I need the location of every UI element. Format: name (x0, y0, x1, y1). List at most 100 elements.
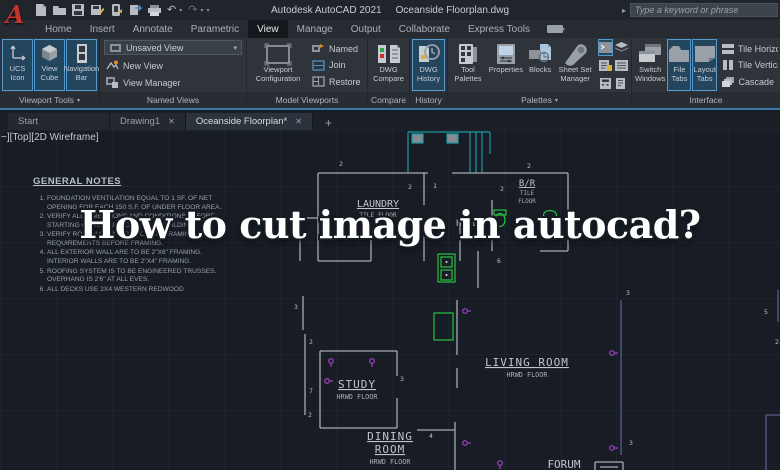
svg-text:2: 2 (308, 411, 312, 419)
tab-annotate[interactable]: Annotate (124, 20, 182, 38)
panel-label-interface[interactable]: Interface (632, 92, 780, 108)
redo-caret-icon[interactable]: ▾ (200, 7, 203, 14)
room-label-forum: FORUM (547, 458, 580, 470)
cascade-button[interactable]: Cascade (718, 74, 778, 89)
panel-label-palettes[interactable]: Palettes ▾ (448, 92, 631, 108)
ribbon-display-toggle-icon[interactable] (547, 25, 564, 33)
svg-text:HRWD FLOOR: HRWD FLOOR (507, 371, 549, 379)
qat-customize-icon[interactable]: ▾ (206, 7, 209, 14)
panel-label-history[interactable]: History (410, 92, 447, 108)
file-tab-drawing1[interactable]: Drawing1 ✕ (110, 113, 186, 130)
named-viewport-button[interactable]: Named (308, 41, 365, 56)
viewport-controls-label[interactable]: −][Top][2D Wireframe] (1, 132, 99, 143)
panel-label-model-viewports[interactable]: Model Viewports (247, 92, 367, 108)
view-dropdown[interactable]: Unsaved View ▾ (104, 40, 242, 55)
restore-viewport-icon (312, 76, 325, 88)
close-icon[interactable]: ✕ (168, 117, 175, 126)
count-palette-icon[interactable] (614, 57, 629, 74)
panel-label-compare[interactable]: Compare (368, 92, 409, 108)
tab-express-tools[interactable]: Express Tools (459, 20, 539, 38)
restore-viewport-button[interactable]: Restore (308, 74, 365, 89)
search-input[interactable] (630, 3, 778, 17)
viewport-configuration-button[interactable]: Viewport Configuration (249, 39, 307, 91)
fixture-dot (445, 274, 448, 276)
svg-text:HRWD FLOOR: HRWD FLOOR (337, 393, 379, 401)
dwg-compare-button[interactable]: DWG Compare (370, 39, 407, 91)
autocad-logo-icon[interactable]: A (2, 1, 28, 31)
sheet-set-manager-button[interactable]: Sheet Set Manager (555, 39, 595, 91)
chimney-structure (407, 131, 491, 173)
command-line-palette-icon[interactable] (598, 38, 613, 56)
tool-palettes-button[interactable]: Tool Palettes (450, 39, 486, 91)
panel-viewport-tools: UCS Icon View Cube Navigation Bar Viewpo… (0, 38, 100, 108)
overlay-title: How to cut image in autocad? (79, 202, 701, 247)
layout-tabs-button[interactable]: Layout Tabs (692, 39, 717, 91)
new-drawing-plus-icon[interactable]: + (325, 116, 332, 130)
file-tab-bar: Start Drawing1 ✕ Oceanside Floorplan* ✕ … (0, 112, 780, 130)
drawing-canvas[interactable]: 2 2 1 2 2 6 3 3 2 7 2 3 4 3 5 2 LAUNDRY … (0, 130, 780, 470)
undo-icon[interactable]: ↶ (167, 4, 176, 16)
panel-palettes: Tool Palettes Properties Blocks Sheet Se… (448, 38, 632, 108)
plot-icon[interactable] (148, 4, 161, 16)
tile-vertically-button[interactable]: Tile Vertically (718, 58, 778, 73)
panel-named-views: Unsaved View ▾ New View View Manager Nam… (100, 38, 247, 108)
properties-palette-button[interactable]: Properties (487, 39, 525, 91)
svg-text:2: 2 (309, 338, 313, 346)
tab-view[interactable]: View (248, 20, 288, 38)
tab-collaborate[interactable]: Collaborate (390, 20, 459, 38)
properties-icon (496, 42, 516, 66)
new-view-button[interactable]: New View (102, 58, 244, 73)
new-file-icon[interactable] (34, 4, 47, 16)
search-collapse-icon[interactable]: ▸ (622, 6, 626, 15)
tab-insert[interactable]: Insert (81, 20, 124, 38)
ucs-axes-icon (8, 43, 28, 63)
navigation-bar-button[interactable]: Navigation Bar (64, 39, 99, 91)
save-mobile-icon[interactable] (110, 4, 123, 16)
panel-label-named-views[interactable]: Named Views (100, 92, 246, 108)
file-tab-start[interactable]: Start (8, 113, 110, 130)
svg-text:TILE: TILE (520, 191, 534, 197)
view-manager-button[interactable]: View Manager (102, 75, 244, 90)
tile-horizontally-button[interactable]: Tile Horizontally (718, 41, 778, 56)
svg-text:HRWD FLOOR: HRWD FLOOR (370, 458, 412, 466)
svg-text:3: 3 (400, 375, 404, 383)
redo-icon[interactable]: ↷ (188, 4, 197, 16)
close-icon[interactable]: ✕ (295, 117, 302, 126)
layer-palette-icon[interactable] (614, 39, 629, 56)
quickcalc-palette-icon[interactable] (598, 75, 613, 92)
room-label-dining: DINING (367, 430, 413, 443)
markup-palette-icon[interactable] (598, 57, 613, 74)
switch-windows-button[interactable]: Switch Windows (634, 39, 666, 91)
panel-label-viewport-tools[interactable]: Viewport Tools ▾ (0, 92, 99, 108)
title-bar: A ↶ ▾ ↷ ▾ ▾ Autodesk AutoCAD 2021 Oceans… (0, 0, 780, 29)
tab-manage[interactable]: Manage (288, 20, 342, 38)
tab-parametric[interactable]: Parametric (182, 20, 248, 38)
transmit-icon[interactable] (129, 4, 142, 16)
cascade-icon (722, 76, 735, 88)
undo-caret-icon[interactable]: ▾ (179, 7, 182, 14)
walls-indigo (620, 290, 780, 470)
save-icon[interactable] (72, 4, 85, 16)
notes-heading: GENERAL NOTES (33, 176, 122, 187)
tab-output[interactable]: Output (342, 20, 390, 38)
blocks-icon (528, 42, 552, 66)
dwg-history-button[interactable]: DWG History (412, 39, 445, 91)
ribbon-display-caret-icon[interactable]: ▾ (562, 26, 565, 33)
blocks-palette-button[interactable]: Blocks (526, 39, 554, 91)
save-as-icon[interactable] (91, 4, 104, 16)
svg-text:6: 6 (497, 257, 501, 265)
svg-text:3: 3 (626, 289, 630, 297)
file-tab-oceanside[interactable]: Oceanside Floorplan* ✕ (185, 113, 313, 130)
join-viewport-button[interactable]: Join (308, 58, 365, 73)
ucs-icon-button[interactable]: UCS Icon (2, 39, 33, 91)
tab-home[interactable]: Home (36, 20, 81, 38)
layout-tabs-icon (694, 42, 716, 66)
view-cube-button[interactable]: View Cube (34, 39, 65, 91)
svg-text:3: 3 (294, 303, 298, 311)
dwg-history-palette-icon[interactable] (614, 75, 629, 92)
open-folder-icon[interactable] (53, 4, 66, 16)
document-title: Oceanside Floorplan.dwg (395, 4, 510, 16)
panel-caret-icon: ▾ (554, 97, 558, 104)
dropdown-caret-icon: ▾ (233, 44, 237, 52)
file-tabs-button[interactable]: File Tabs (667, 39, 692, 91)
